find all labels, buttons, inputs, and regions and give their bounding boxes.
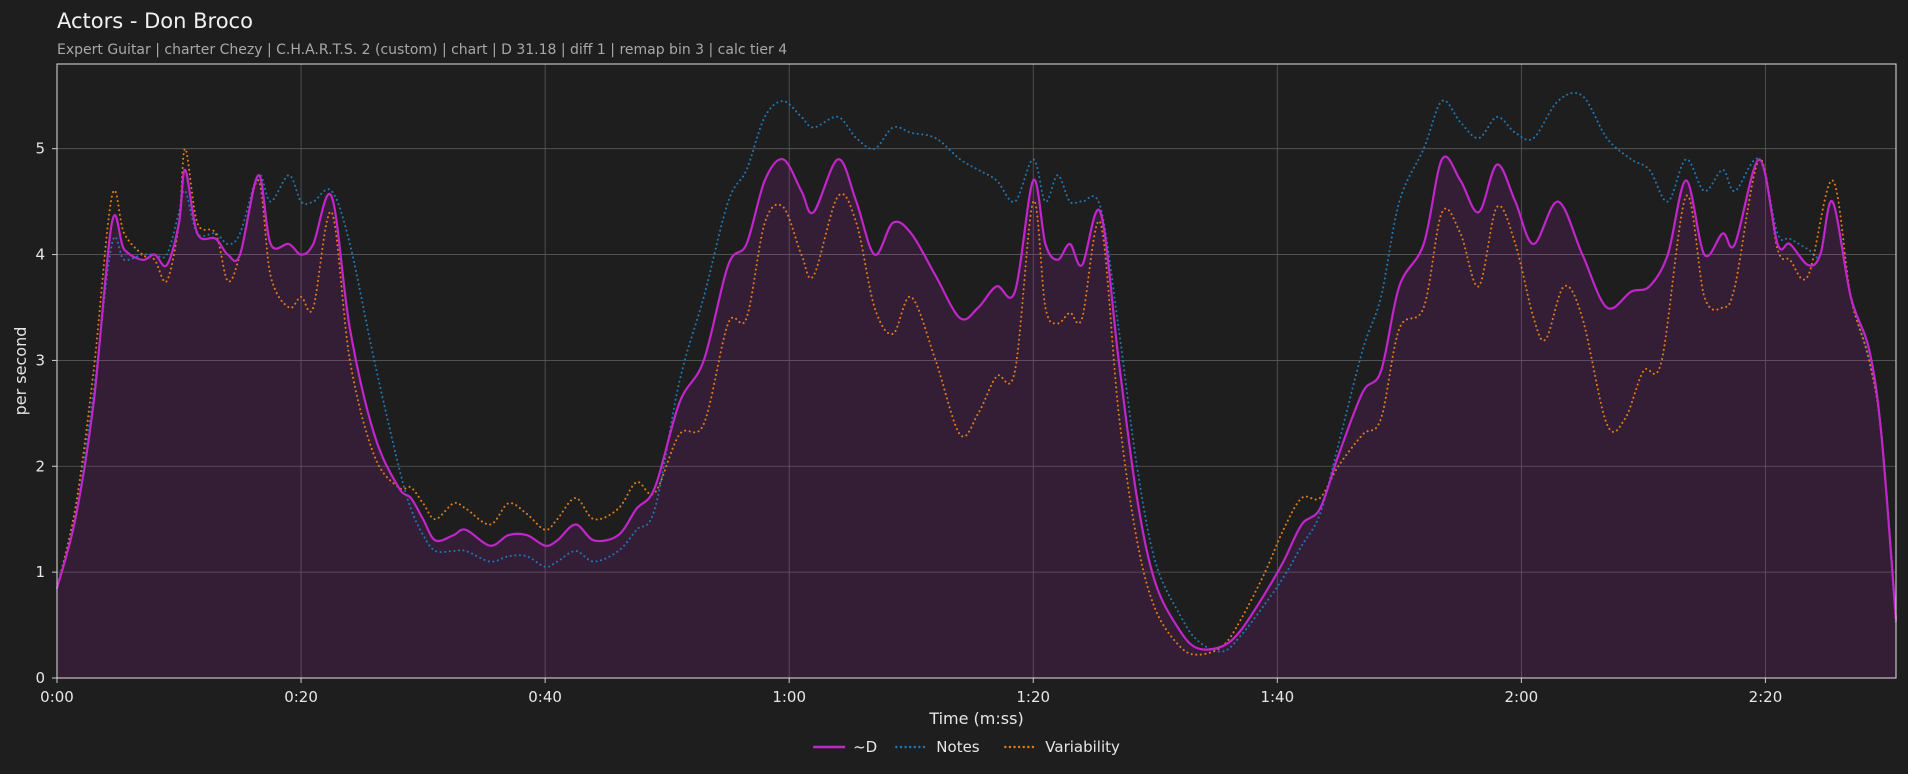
chart-title: Actors - Don Broco [57,9,253,33]
y-tick-label: 5 [35,140,45,158]
legend-label-variability: Variability [1045,738,1120,756]
y-tick-label: 4 [35,246,45,264]
x-tick-label: 2:20 [1749,688,1783,706]
x-tick-label: 0:40 [528,688,562,706]
y-axis-label: per second [11,327,30,416]
x-tick-label: 1:40 [1260,688,1294,706]
legend: ~D Notes Variability [813,738,1120,756]
legend-label-d: ~D [853,738,877,756]
y-tick-label: 2 [35,457,45,475]
x-tick-label: 0:20 [284,688,318,706]
x-tick-label: 1:20 [1016,688,1050,706]
y-tick-label: 0 [35,669,45,687]
x-tick-label: 1:00 [772,688,806,706]
x-tick-label: 0:00 [40,688,74,706]
y-tick-label: 1 [35,563,45,581]
chart-subtitle: Expert Guitar | charter Chezy | C.H.A.R.… [57,42,787,58]
y-tick-label: 3 [35,351,45,369]
x-tick-label: 2:00 [1505,688,1539,706]
chart-svg: Actors - Don Broco Expert Guitar | chart… [11,9,1898,756]
x-axis-label: Time (m:ss) [928,709,1023,728]
legend-label-notes: Notes [936,738,980,756]
chart-root: Actors - Don Broco Expert Guitar | chart… [0,0,1908,774]
